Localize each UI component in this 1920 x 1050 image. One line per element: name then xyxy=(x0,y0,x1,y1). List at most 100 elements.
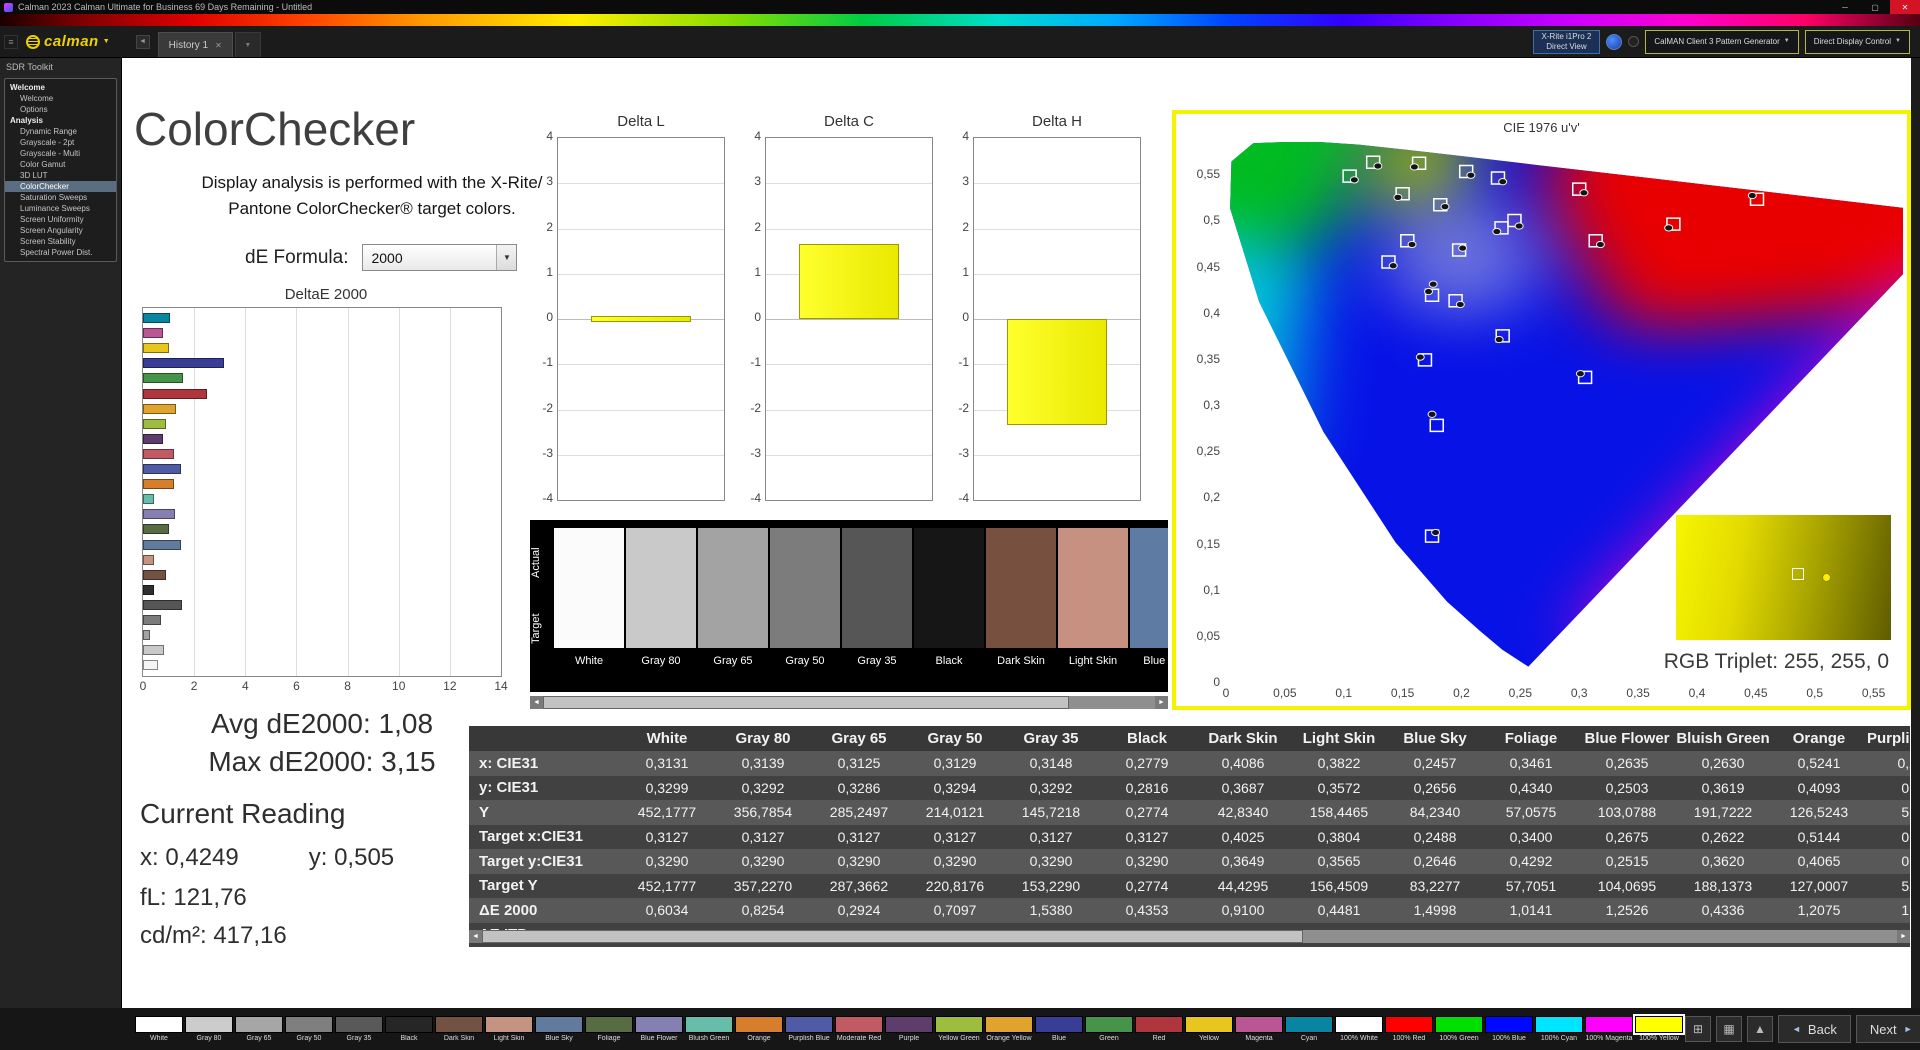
scroll-track[interactable] xyxy=(543,696,1155,709)
target-swatch xyxy=(554,588,624,648)
pattern-swatch-black[interactable]: Black xyxy=(385,1016,433,1042)
pattern-swatch-blue-sky[interactable]: Blue Sky xyxy=(535,1016,583,1042)
scroll-right-icon[interactable]: ► xyxy=(1155,696,1168,709)
target-swatch xyxy=(1130,588,1168,648)
pattern-swatch-100-red[interactable]: 100% Red xyxy=(1385,1016,1433,1042)
layout-icon[interactable]: ▦ xyxy=(1716,1016,1742,1042)
pattern-swatch-foliage[interactable]: Foliage xyxy=(585,1016,633,1042)
scroll-thumb[interactable] xyxy=(543,696,1070,709)
actual-label: Actual xyxy=(530,547,542,579)
de-formula-select[interactable]: 2000 ▼ xyxy=(362,244,518,271)
axis-tick-label: 2 xyxy=(190,679,198,693)
axis-tick-label: 0,45 xyxy=(1196,259,1220,274)
pattern-swatch-moderate-red[interactable]: Moderate Red xyxy=(835,1016,883,1042)
sidebar-item-colorchecker[interactable]: ColorChecker xyxy=(5,181,116,192)
sidebar-item-grayscale-2pt[interactable]: Grayscale - 2pt xyxy=(5,137,116,148)
pattern-swatch-100-white[interactable]: 100% White xyxy=(1335,1016,1383,1042)
table-cell: 0,6034 xyxy=(645,902,689,919)
pattern-swatch-blue[interactable]: Blue xyxy=(1035,1016,1083,1042)
pattern-swatch-purple[interactable]: Purple xyxy=(885,1016,933,1042)
table-cell: 104,0695 xyxy=(1597,877,1657,894)
sidebar-item-3d-lut[interactable]: 3D LUT xyxy=(5,170,116,181)
scroll-left-icon[interactable]: ◄ xyxy=(530,696,543,709)
comparison-scrollbar[interactable]: ◄ ► xyxy=(530,696,1168,709)
pattern-swatch-100-yellow[interactable]: 100% Yellow xyxy=(1633,1014,1685,1042)
pattern-swatch-orange-yellow[interactable]: Orange Yellow xyxy=(985,1016,1033,1042)
pattern-swatch-100-magenta[interactable]: 100% Magenta xyxy=(1585,1016,1633,1042)
pattern-swatch-100-green[interactable]: 100% Green xyxy=(1435,1016,1483,1042)
cie-measured-marker xyxy=(1580,190,1588,196)
sidebar-item-screen-uniformity[interactable]: Screen Uniformity xyxy=(5,214,116,225)
sidebar-item-luminance-sweeps[interactable]: Luminance Sweeps xyxy=(5,203,116,214)
minimize-button[interactable]: ─ xyxy=(1830,0,1860,14)
pattern-swatch-blue-flower[interactable]: Blue Flower xyxy=(635,1016,683,1042)
sidebar-item-screen-angularity[interactable]: Screen Angularity xyxy=(5,225,116,236)
pattern-swatch-gray-65[interactable]: Gray 65 xyxy=(235,1016,283,1042)
pattern-window-icon[interactable]: ⊞ xyxy=(1685,1016,1711,1042)
up-icon[interactable]: ▲ xyxy=(1747,1016,1773,1042)
sidebar-item-welcome[interactable]: Welcome xyxy=(5,93,116,104)
sidebar-item-spectral-power-dist[interactable]: Spectral Power Dist. xyxy=(5,247,116,258)
compare-swatch-gray-50: Gray 50 xyxy=(770,528,840,692)
meter-secondary-icon[interactable] xyxy=(1628,36,1640,47)
pattern-swatch-100-blue[interactable]: 100% Blue xyxy=(1485,1016,1533,1042)
pattern-swatch-red[interactable]: Red xyxy=(1135,1016,1183,1042)
pattern-swatch-bluish-green[interactable]: Bluish Green xyxy=(685,1016,733,1042)
pattern-swatch-green[interactable]: Green xyxy=(1085,1016,1133,1042)
meter-status-icon[interactable] xyxy=(1606,33,1623,50)
meter-button[interactable]: X-Rite i1Pro 2 Direct View xyxy=(1532,29,1601,54)
axis-tick-label: -2 xyxy=(750,400,761,415)
next-button[interactable]: Next ► xyxy=(1855,1015,1920,1043)
scroll-track[interactable] xyxy=(482,930,1897,943)
swatch-label: 100% Magenta xyxy=(1585,1035,1633,1042)
swatch-label: 100% Cyan xyxy=(1540,1035,1578,1042)
sidebar-collapse-button[interactable]: ◄ xyxy=(135,34,150,49)
sidebar-item-options[interactable]: Options xyxy=(5,104,116,115)
pattern-swatch-yellow[interactable]: Yellow xyxy=(1185,1016,1233,1042)
pattern-swatch-magenta[interactable]: Magenta xyxy=(1235,1016,1283,1042)
sidebar-item-dynamic-range[interactable]: Dynamic Range xyxy=(5,126,116,137)
maximize-button[interactable]: ▢ xyxy=(1860,0,1890,14)
pattern-swatch-gray-80[interactable]: Gray 80 xyxy=(185,1016,233,1042)
display-control-button[interactable]: Direct Display Control ▼ xyxy=(1804,29,1910,54)
table-scrollbar[interactable]: ◄ ► xyxy=(469,930,1910,943)
pattern-swatch-white[interactable]: White xyxy=(135,1016,183,1042)
close-button[interactable]: ✕ xyxy=(1890,0,1920,14)
swatch-color xyxy=(785,1016,833,1033)
axis-tick-label: 3 xyxy=(754,174,761,189)
pattern-swatch-gray-50[interactable]: Gray 50 xyxy=(285,1016,333,1042)
table-column-header: Bluish Green xyxy=(1676,730,1770,747)
back-button[interactable]: ◄ Back xyxy=(1778,1015,1851,1043)
swatch-label: Red xyxy=(1152,1035,1166,1042)
sidebar-item-saturation-sweeps[interactable]: Saturation Sweeps xyxy=(5,192,116,203)
scroll-thumb[interactable] xyxy=(482,930,1303,943)
pattern-swatch-gray-35[interactable]: Gray 35 xyxy=(335,1016,383,1042)
scroll-right-icon[interactable]: ► xyxy=(1897,930,1910,943)
cie-measured-marker xyxy=(1459,245,1467,251)
pattern-swatch-purplish-blue[interactable]: Purplish Blue xyxy=(785,1016,833,1042)
tab-close-icon[interactable]: ✕ xyxy=(215,41,222,50)
sidebar-item-color-gamut[interactable]: Color Gamut xyxy=(5,159,116,170)
table-column-header: Gray 50 xyxy=(927,730,983,747)
pattern-swatch-cyan[interactable]: Cyan xyxy=(1285,1016,1333,1042)
source-button[interactable]: CalMAN Client 3 Pattern Generator ▼ xyxy=(1645,29,1799,54)
scroll-left-icon[interactable]: ◄ xyxy=(469,930,482,943)
pattern-swatch-100-cyan[interactable]: 100% Cyan xyxy=(1535,1016,1583,1042)
cie-measured-marker xyxy=(1425,288,1433,294)
swatch-color xyxy=(1285,1016,1333,1033)
tab-overflow-button[interactable]: ▼ xyxy=(234,32,261,57)
pattern-swatch-orange[interactable]: Orange xyxy=(735,1016,783,1042)
sidebar-item-grayscale-multi[interactable]: Grayscale - Multi xyxy=(5,148,116,159)
table-cell: 0,5241 xyxy=(1797,755,1841,772)
sidebar-item-screen-stability[interactable]: Screen Stability xyxy=(5,236,116,247)
delta-plot xyxy=(765,137,933,501)
calman-logo-button[interactable]: calman ▼ xyxy=(26,33,110,50)
tab-history-1[interactable]: History 1 ✕ xyxy=(157,32,233,57)
pattern-swatch-yellow-green[interactable]: Yellow Green xyxy=(935,1016,983,1042)
table-cell: 158,4465 xyxy=(1309,804,1369,821)
table-cell: 0,3148 xyxy=(1029,755,1073,772)
pattern-swatch-light-skin[interactable]: Light Skin xyxy=(485,1016,533,1042)
menu-icon[interactable]: ≡ xyxy=(4,34,18,49)
pattern-swatch-dark-skin[interactable]: Dark Skin xyxy=(435,1016,483,1042)
table-cell: 0,3565 xyxy=(1317,853,1361,870)
